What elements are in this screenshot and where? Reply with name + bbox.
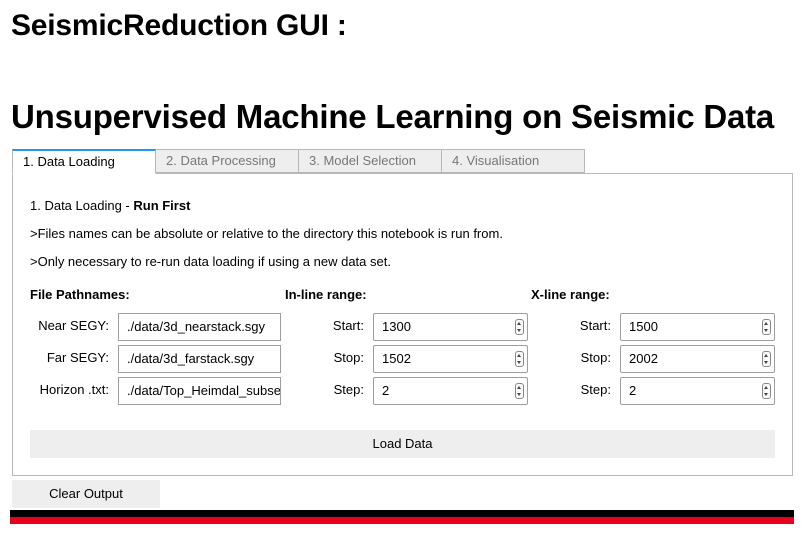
page-subtitle: Unsupervised Machine Learning on Seismic… bbox=[11, 98, 775, 135]
file-pathnames-label: File Pathnames: bbox=[30, 287, 130, 302]
footer-bar-red bbox=[10, 517, 794, 524]
spinner-icon[interactable] bbox=[762, 383, 771, 399]
xline-stop-input[interactable]: 2002 bbox=[620, 345, 775, 373]
xline-range-label: X-line range: bbox=[531, 287, 610, 302]
panel-heading-prefix: 1. Data Loading - bbox=[30, 198, 134, 213]
tab-data-processing[interactable]: 2. Data Processing bbox=[155, 149, 299, 173]
load-data-button[interactable]: Load Data bbox=[30, 430, 775, 458]
app-title: SeismicReduction GUI : bbox=[11, 9, 347, 42]
xline-start-label: Start: bbox=[579, 318, 611, 333]
tab-visualisation[interactable]: 4. Visualisation bbox=[441, 149, 585, 173]
inline-step-label: Step: bbox=[333, 382, 364, 397]
spinner-icon[interactable] bbox=[515, 319, 524, 335]
clear-output-button[interactable]: Clear Output bbox=[12, 480, 160, 508]
xline-step-value: 2 bbox=[629, 383, 637, 398]
inline-start-value: 1300 bbox=[382, 319, 411, 334]
xline-stop-value: 2002 bbox=[629, 351, 658, 366]
panel-heading-emphasis: Run First bbox=[133, 198, 191, 213]
xline-stop-label: Stop: bbox=[580, 350, 611, 365]
tab-model-selection[interactable]: 3. Model Selection bbox=[298, 149, 442, 173]
spinner-icon[interactable] bbox=[762, 319, 771, 335]
footer-bar-black bbox=[10, 510, 794, 517]
inline-start-label: Start: bbox=[332, 318, 364, 333]
spinner-icon[interactable] bbox=[515, 351, 524, 367]
xline-start-value: 1500 bbox=[629, 319, 658, 334]
xline-step-input[interactable]: 2 bbox=[620, 377, 775, 405]
inline-stop-label: Stop: bbox=[333, 350, 364, 365]
note-rerun: >Only necessary to re-run data loading i… bbox=[30, 254, 391, 269]
inline-start-input[interactable]: 1300 bbox=[373, 313, 528, 341]
horizon-input[interactable]: ./data/Top_Heimdal_subset.txt bbox=[118, 377, 281, 405]
far-segy-label: Far SEGY: bbox=[46, 350, 109, 365]
inline-step-value: 2 bbox=[382, 383, 390, 398]
spinner-icon[interactable] bbox=[762, 351, 771, 367]
horizon-label: Horizon .txt: bbox=[39, 382, 109, 397]
inline-stop-input[interactable]: 1502 bbox=[373, 345, 528, 373]
xline-step-label: Step: bbox=[580, 382, 611, 397]
inline-stop-value: 1502 bbox=[382, 351, 411, 366]
near-segy-label: Near SEGY: bbox=[38, 318, 109, 333]
far-segy-input[interactable]: ./data/3d_farstack.sgy bbox=[118, 345, 281, 373]
spinner-icon[interactable] bbox=[515, 383, 524, 399]
near-segy-input[interactable]: ./data/3d_nearstack.sgy bbox=[118, 313, 281, 341]
tab-data-loading[interactable]: 1. Data Loading bbox=[12, 149, 156, 174]
xline-start-input[interactable]: 1500 bbox=[620, 313, 775, 341]
note-file-paths: >Files names can be absolute or relative… bbox=[30, 226, 503, 241]
inline-range-label: In-line range: bbox=[285, 287, 367, 302]
inline-step-input[interactable]: 2 bbox=[373, 377, 528, 405]
panel-heading: 1. Data Loading - Run First bbox=[30, 198, 190, 214]
